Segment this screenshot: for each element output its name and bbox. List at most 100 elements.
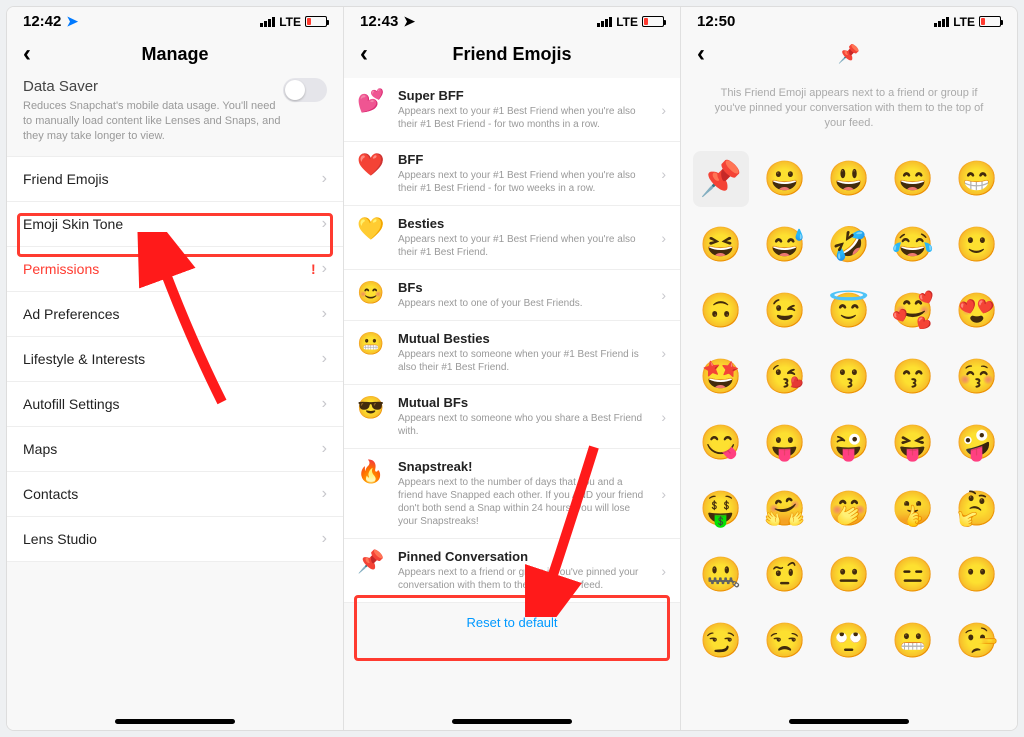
manage-screen: 12:42 ➤ LTE ‹ Manage Data Saver Reduces … xyxy=(7,7,344,730)
emoji-option[interactable]: 😏 xyxy=(693,613,749,669)
emoji-option[interactable]: 😃 xyxy=(821,151,877,207)
reset-to-default-button[interactable]: Reset to default xyxy=(344,603,680,642)
emoji-option[interactable]: 🙂 xyxy=(949,217,1005,273)
emoji-option[interactable]: 🤨 xyxy=(757,547,813,603)
settings-list: Friend Emojis›Emoji Skin Tone›Permission… xyxy=(7,156,343,562)
network-label: LTE xyxy=(616,15,638,29)
emoji-option[interactable]: 🤪 xyxy=(949,415,1005,471)
emoji-option[interactable]: 😚 xyxy=(949,349,1005,405)
emoji-option[interactable]: 😒 xyxy=(757,613,813,669)
emoji-option[interactable]: 😍 xyxy=(949,283,1005,339)
friend-emoji-row[interactable]: 💕Super BFFAppears next to your #1 Best F… xyxy=(344,78,680,142)
emoji-option[interactable]: 🤑 xyxy=(693,481,749,537)
settings-row[interactable]: Permissions!› xyxy=(7,246,343,291)
emoji-option[interactable]: 🥰 xyxy=(885,283,941,339)
settings-row[interactable]: Lens Studio› xyxy=(7,516,343,562)
chevron-right-icon: › xyxy=(322,395,327,413)
chevron-right-icon: › xyxy=(661,345,666,361)
nav-header: ‹ Manage xyxy=(7,32,343,78)
chevron-right-icon: › xyxy=(661,287,666,303)
chevron-right-icon: › xyxy=(661,409,666,425)
location-icon: ➤ xyxy=(403,13,415,30)
battery-icon xyxy=(305,16,327,27)
friend-emoji-icon: ❤️ xyxy=(356,152,386,178)
settings-row[interactable]: Maps› xyxy=(7,426,343,471)
emoji-option[interactable]: 😛 xyxy=(757,415,813,471)
chevron-right-icon: › xyxy=(661,102,666,118)
emoji-option[interactable]: 😀 xyxy=(757,151,813,207)
emoji-option[interactable]: 😬 xyxy=(885,613,941,669)
emoji-option[interactable]: 🤥 xyxy=(949,613,1005,669)
emoji-option[interactable]: 😶 xyxy=(949,547,1005,603)
settings-row[interactable]: Friend Emojis› xyxy=(7,156,343,201)
friend-emoji-row[interactable]: 🔥Snapstreak!Appears next to the number o… xyxy=(344,449,680,539)
emoji-option[interactable]: 😗 xyxy=(821,349,877,405)
emoji-option[interactable]: 😘 xyxy=(757,349,813,405)
page-title-emoji: 📌 xyxy=(681,44,1017,65)
friend-emoji-icon: 😬 xyxy=(356,331,386,357)
chevron-right-icon: › xyxy=(661,230,666,246)
chevron-right-icon: › xyxy=(322,350,327,368)
friend-emoji-desc: Appears next to someone who you share a … xyxy=(398,412,649,438)
data-saver-toggle[interactable] xyxy=(283,78,327,102)
friend-emoji-icon: 💛 xyxy=(356,216,386,242)
settings-row-label: Permissions xyxy=(23,261,99,277)
settings-row[interactable]: Lifestyle & Interests› xyxy=(7,336,343,381)
emoji-option[interactable]: 😑 xyxy=(885,547,941,603)
emoji-option[interactable]: 😆 xyxy=(693,217,749,273)
chevron-right-icon: › xyxy=(322,485,327,503)
chevron-right-icon: › xyxy=(322,260,327,278)
emoji-option[interactable]: 😜 xyxy=(821,415,877,471)
emoji-option[interactable]: 😇 xyxy=(821,283,877,339)
emoji-option[interactable]: 😐 xyxy=(821,547,877,603)
data-saver-desc: Reduces Snapchat's mobile data usage. Yo… xyxy=(23,99,283,144)
friend-emoji-row[interactable]: 😎Mutual BFsAppears next to someone who y… xyxy=(344,385,680,449)
nav-header: ‹ Friend Emojis xyxy=(344,32,680,78)
status-time: 12:43 xyxy=(360,13,398,30)
emoji-option[interactable]: 🤩 xyxy=(693,349,749,405)
emoji-option[interactable]: 🤣 xyxy=(821,217,877,273)
emoji-option[interactable]: 😂 xyxy=(885,217,941,273)
page-title: Manage xyxy=(7,44,343,65)
settings-row-label: Contacts xyxy=(23,486,78,502)
emoji-option[interactable]: 😉 xyxy=(757,283,813,339)
chevron-right-icon: › xyxy=(322,215,327,233)
nav-header: ‹ 📌 xyxy=(681,32,1017,78)
network-label: LTE xyxy=(279,15,301,29)
friend-emoji-row[interactable]: 💛BestiesAppears next to your #1 Best Fri… xyxy=(344,206,680,270)
emoji-option[interactable]: 😄 xyxy=(885,151,941,207)
emoji-option[interactable]: 🤔 xyxy=(949,481,1005,537)
emoji-option[interactable]: 😙 xyxy=(885,349,941,405)
friend-emoji-desc: Appears next to the number of days that … xyxy=(398,476,649,528)
settings-row-label: Autofill Settings xyxy=(23,396,120,412)
chevron-right-icon: › xyxy=(322,440,327,458)
chevron-right-icon: › xyxy=(661,563,666,579)
chevron-right-icon: › xyxy=(661,486,666,502)
settings-row[interactable]: Contacts › xyxy=(7,471,343,516)
emoji-option[interactable]: 🤗 xyxy=(757,481,813,537)
emoji-option[interactable]: 😝 xyxy=(885,415,941,471)
emoji-option[interactable]: 😋 xyxy=(693,415,749,471)
friend-emoji-row[interactable]: ❤️BFFAppears next to your #1 Best Friend… xyxy=(344,142,680,206)
friend-emoji-desc: Appears next to your #1 Best Friend when… xyxy=(398,169,649,195)
emoji-option[interactable]: 🤐 xyxy=(693,547,749,603)
friend-emoji-row[interactable]: 📌Pinned ConversationAppears next to a fr… xyxy=(344,539,680,603)
emoji-grid: 📌😀😃😄😁 😆😅🤣😂🙂 🙃😉😇🥰😍 🤩😘😗😙😚 😋😛😜😝🤪 🤑🤗🤭🤫🤔 🤐🤨😐😑😶 😏😒🙄😬🤥 xyxy=(681,145,1017,730)
friend-emoji-title: Super BFF xyxy=(398,88,649,103)
emoji-option[interactable]: 😁 xyxy=(949,151,1005,207)
settings-row[interactable]: Ad Preferences› xyxy=(7,291,343,336)
emoji-option[interactable]: 🤫 xyxy=(885,481,941,537)
friend-emoji-row[interactable]: 😬Mutual BestiesAppears next to someone w… xyxy=(344,321,680,385)
page-title: Friend Emojis xyxy=(344,44,680,65)
signal-icon xyxy=(597,17,612,27)
emoji-option[interactable]: 🙃 xyxy=(693,283,749,339)
friend-emoji-row[interactable]: 😊BFsAppears next to one of your Best Fri… xyxy=(344,270,680,321)
settings-row[interactable]: Autofill Settings › xyxy=(7,381,343,426)
emoji-option[interactable]: 😅 xyxy=(757,217,813,273)
emoji-option[interactable]: 🤭 xyxy=(821,481,877,537)
emoji-option[interactable]: 🙄 xyxy=(821,613,877,669)
settings-row[interactable]: Emoji Skin Tone› xyxy=(7,201,343,246)
friend-emojis-screen: 12:43 ➤ LTE ‹ Friend Emojis 💕Super BFFAp… xyxy=(344,7,681,730)
status-time: 12:42 xyxy=(23,13,61,30)
emoji-option[interactable]: 📌 xyxy=(693,151,749,207)
